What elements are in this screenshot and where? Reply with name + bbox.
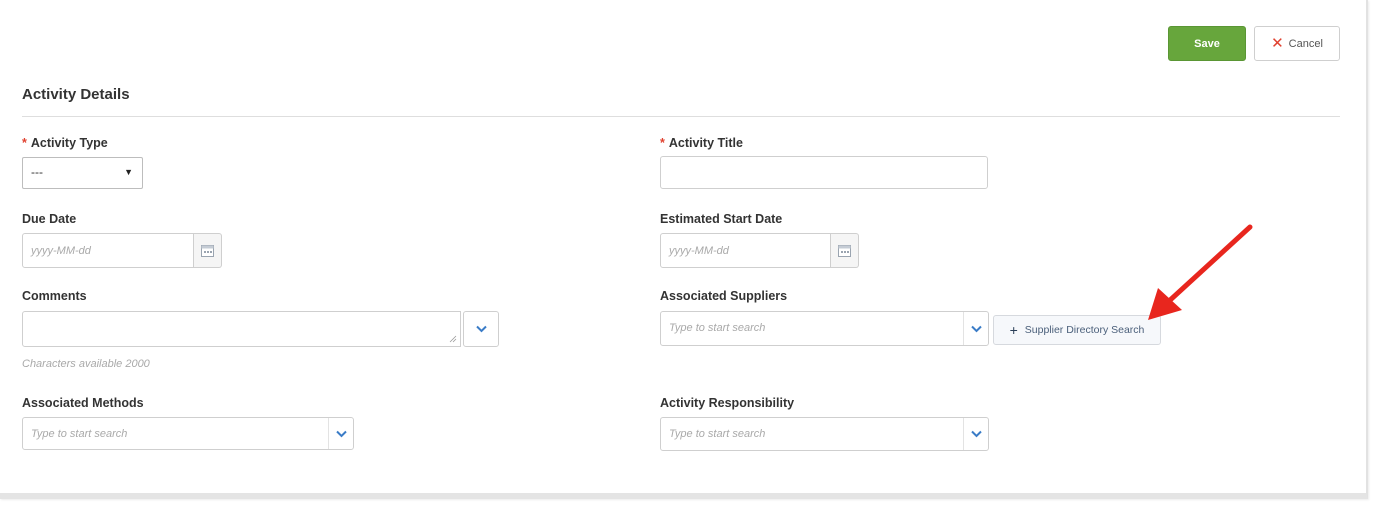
section-divider — [22, 116, 1340, 117]
section-title: Activity Details — [22, 86, 130, 103]
activity-type-label: * Activity Type — [22, 136, 108, 150]
comments-textarea[interactable] — [22, 311, 461, 347]
activity-type-select[interactable]: --- ▼ — [22, 157, 143, 189]
associated-methods-search-input[interactable]: Type to start search — [22, 417, 354, 450]
chevron-down-icon — [475, 325, 487, 333]
activity-responsibility-label: Activity Responsibility — [660, 396, 795, 410]
cancel-button[interactable]: ✕ Cancel — [1254, 26, 1340, 61]
comments-expand-button[interactable] — [463, 311, 499, 347]
red-arrow-icon — [1148, 224, 1253, 320]
activity-type-label-text: Activity Type — [30, 136, 108, 150]
associated-suppliers-label: Associated Suppliers — [660, 289, 788, 303]
close-icon: ✕ — [1271, 35, 1284, 52]
comments-char-count: Characters available 2000 — [22, 358, 150, 370]
activity-title-input[interactable] — [660, 156, 988, 189]
activity-title-label: * Activity Title — [660, 136, 743, 150]
calendar-icon — [201, 245, 214, 257]
associated-methods-dropdown-toggle[interactable] — [328, 418, 353, 449]
chevron-down-icon — [335, 430, 347, 437]
activity-responsibility-placeholder: Type to start search — [669, 428, 766, 440]
dropdown-triangle-icon: ▼ — [124, 167, 133, 177]
required-asterisk: * — [22, 136, 27, 150]
supplier-directory-search-button[interactable]: + Supplier Directory Search — [993, 315, 1161, 345]
due-date-input[interactable]: yyyy-MM-dd — [22, 233, 194, 268]
activity-responsibility-dropdown-toggle[interactable] — [963, 418, 988, 450]
resize-handle-icon[interactable] — [449, 335, 457, 343]
save-button-label: Save — [1194, 37, 1220, 50]
required-asterisk: * — [660, 136, 665, 150]
supplier-directory-search-label: Supplier Directory Search — [1024, 324, 1145, 336]
chevron-down-icon — [970, 325, 982, 332]
cancel-button-label: Cancel — [1288, 37, 1323, 50]
calendar-icon — [838, 245, 851, 257]
associated-suppliers-search-input[interactable]: Type to start search — [660, 311, 989, 346]
save-button[interactable]: Save — [1168, 26, 1246, 61]
plus-icon: + — [1009, 322, 1018, 338]
estimated-start-date-input[interactable]: yyyy-MM-dd — [660, 233, 831, 268]
chevron-down-icon — [970, 430, 982, 438]
activity-type-value: --- — [31, 165, 43, 179]
estimated-start-date-placeholder: yyyy-MM-dd — [669, 245, 729, 257]
due-date-calendar-button[interactable] — [194, 233, 222, 268]
estimated-start-date-calendar-button[interactable] — [831, 233, 859, 268]
activity-responsibility-search-input[interactable]: Type to start search — [660, 417, 989, 451]
estimated-start-date-label: Estimated Start Date — [660, 212, 783, 226]
due-date-placeholder: yyyy-MM-dd — [31, 245, 91, 257]
comments-label: Comments — [22, 289, 87, 303]
activity-title-label-text: Activity Title — [668, 136, 743, 150]
associated-suppliers-dropdown-toggle[interactable] — [963, 312, 988, 345]
associated-methods-label: Associated Methods — [22, 396, 144, 410]
associated-suppliers-placeholder: Type to start search — [669, 322, 766, 334]
associated-methods-placeholder: Type to start search — [31, 428, 128, 440]
due-date-label: Due Date — [22, 212, 77, 226]
